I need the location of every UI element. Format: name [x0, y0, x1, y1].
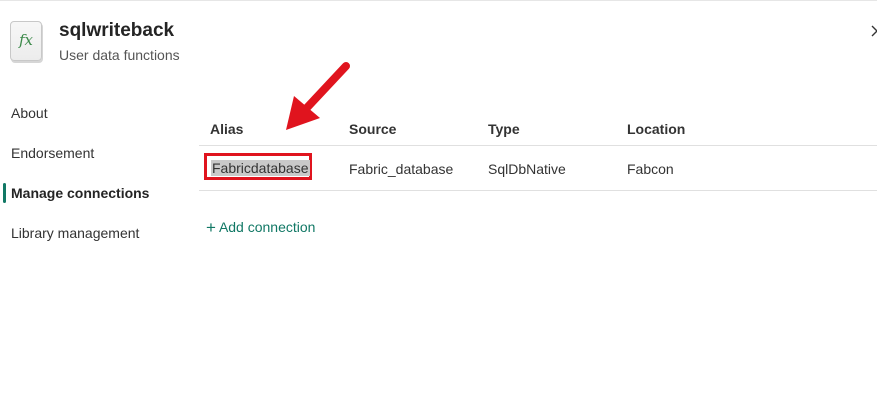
manage-connections-panel: fx sqlwriteback User data functions Abou…	[0, 0, 877, 400]
sidebar-item-manage-connections[interactable]: Manage connections	[11, 185, 149, 201]
plus-icon: +	[206, 218, 216, 237]
top-divider	[0, 0, 877, 1]
red-arrow-icon	[286, 62, 350, 130]
source-cell: Fabric_database	[349, 161, 454, 177]
alias-highlight-box: Fabricdatabase	[204, 153, 312, 180]
alias-cell[interactable]: Fabricdatabase	[211, 160, 310, 176]
sidebar-item-about[interactable]: About	[11, 105, 48, 121]
item-type-subtitle: User data functions	[59, 47, 180, 63]
sidebar-item-library-management[interactable]: Library management	[11, 225, 139, 241]
add-connection-label: Add connection	[218, 219, 316, 235]
function-icon: fx	[10, 21, 42, 61]
close-icon	[871, 25, 877, 37]
column-header-location: Location	[627, 121, 686, 137]
column-header-type: Type	[488, 121, 520, 137]
active-nav-indicator	[3, 183, 6, 203]
row-divider	[199, 190, 877, 191]
fx-glyph: fx	[18, 31, 33, 49]
column-header-alias: Alias	[210, 121, 244, 137]
item-title: sqlwriteback	[59, 20, 175, 41]
sidebar-item-endorsement[interactable]: Endorsement	[11, 145, 94, 161]
location-cell: Fabcon	[627, 161, 674, 177]
add-connection-button[interactable]: + Add connection	[206, 217, 315, 237]
type-cell: SqlDbNative	[488, 161, 566, 177]
close-button[interactable]	[869, 23, 877, 39]
header-divider	[199, 145, 877, 146]
